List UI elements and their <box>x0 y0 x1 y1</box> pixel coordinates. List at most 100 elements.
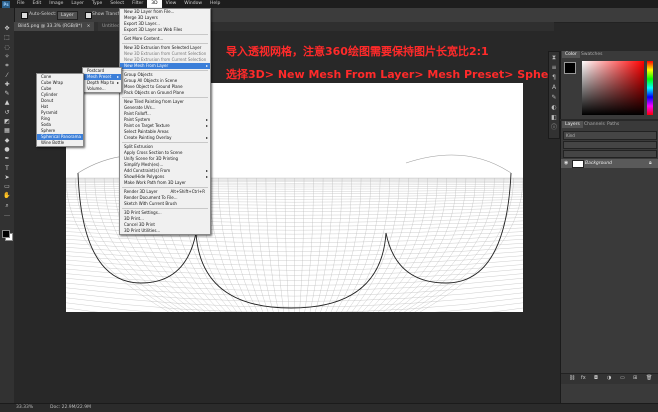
adjustment-layer-icon[interactable]: ◑ <box>607 375 611 381</box>
menu-3d-item-get-more-content[interactable]: Get More Content... <box>120 36 210 42</box>
menu-separator <box>122 187 208 188</box>
menu-item-label: Cylinder <box>41 92 58 97</box>
layers-footer: ⛓ fx ◘ ◑ ▭ ⊞ 🗑︎ <box>561 373 658 384</box>
menu-item-filter[interactable]: Filter <box>128 0 147 8</box>
color-panel: Color Swatches <box>560 51 658 119</box>
grid-line-vertical <box>237 178 263 312</box>
folder-icon[interactable]: ▭ <box>620 375 625 381</box>
auto-select-checkbox[interactable] <box>21 12 28 19</box>
tab-layers[interactable]: Layers <box>562 121 583 128</box>
lasso-tool-icon[interactable]: ◌ <box>2 43 12 52</box>
grid-line-vertical <box>341 178 380 312</box>
document-size: Doc: 22.9M/22.9M <box>50 405 91 410</box>
foreground-color-swatch[interactable] <box>564 62 576 74</box>
history-brush-icon[interactable]: ↺ <box>2 108 12 117</box>
menu-item-3d[interactable]: 3D <box>147 0 161 8</box>
menu-item-file[interactable]: File <box>13 0 29 8</box>
eye-visibility-icon[interactable]: ◉ <box>564 160 568 166</box>
mask-icon[interactable]: ◘ <box>594 375 598 381</box>
menu-item-label: Merge 3D Layers <box>124 15 158 20</box>
shape-tool-icon[interactable]: ▭ <box>2 182 12 191</box>
hand-tool-icon[interactable]: ✋ <box>2 191 12 200</box>
trash-icon[interactable]: 🗑︎ <box>646 375 652 381</box>
menu-item-window[interactable]: Window <box>180 0 206 8</box>
mesh-preset-item-wine-bottle[interactable]: Wine Bottle <box>37 140 83 146</box>
styles-icon[interactable]: ◧ <box>550 114 558 122</box>
zoom-level[interactable]: 33.33% <box>16 405 33 410</box>
tab-swatches[interactable]: Swatches <box>578 51 606 58</box>
dodge-tool-icon[interactable]: ● <box>2 145 12 154</box>
menu-item-label: Cube Wrap <box>41 80 63 85</box>
zoom-tool-icon[interactable]: ⌕ <box>2 201 12 210</box>
menu-item-select[interactable]: Select <box>106 0 128 8</box>
auto-select-dropdown[interactable]: Layer <box>57 11 78 20</box>
eyedropper-icon[interactable]: ⁄ <box>2 71 12 80</box>
menu-3d-item-export-3d-layer-as-web-files[interactable]: Export 3D Layer as Web Files <box>120 27 210 33</box>
foreground-swatch[interactable] <box>2 230 10 238</box>
menu-item-label: Export 3D Layer as Web Files <box>124 27 182 32</box>
eraser-icon[interactable]: ◩ <box>2 117 12 126</box>
hue-slider[interactable] <box>647 61 653 115</box>
menu-item-edit[interactable]: Edit <box>29 0 46 8</box>
menu-item-type[interactable]: Type <box>88 0 106 8</box>
menu-3d-item-make-work-path-from-3d-layer[interactable]: Make Work Path from 3D Layer <box>120 180 210 186</box>
menu-3d-item-3d-print-utilities[interactable]: 3D Print Utilities... <box>120 228 210 234</box>
properties-icon[interactable]: ≡ <box>550 64 558 72</box>
menu-3d-item-new-mesh-from-layer[interactable]: New Mesh From Layer▸ <box>120 63 210 69</box>
color-field[interactable] <box>582 61 644 115</box>
adjustments-icon[interactable]: ◐ <box>550 104 558 112</box>
quick-select-icon[interactable]: ✧ <box>2 52 12 61</box>
type-tool-icon[interactable]: T <box>2 164 12 173</box>
layer-row-background[interactable]: ◉ Background 🔒︎ <box>561 159 658 168</box>
tab-label: Bild5.png @ 33.3% (RGB/8*) <box>18 24 82 29</box>
tab-document-active[interactable]: Bild5.png @ 33.3% (RGB/8*) × <box>14 22 94 31</box>
healing-brush-icon[interactable]: ✚ <box>2 80 12 89</box>
character-icon[interactable]: A <box>550 84 558 92</box>
grid-line-vertical <box>315 178 332 312</box>
menu-item-label: Ring <box>41 116 50 121</box>
submenu-arrow-icon: ▸ <box>206 135 208 141</box>
menu-3d-item-sketch-with-current-brush[interactable]: Sketch With Current Brush <box>120 201 210 207</box>
close-icon[interactable]: × <box>87 24 91 29</box>
menu-item-image[interactable]: Image <box>45 0 67 8</box>
move-tool-icon[interactable]: ✥ <box>2 24 12 33</box>
marquee-tool-icon[interactable]: ⬚ <box>2 33 12 42</box>
history-icon[interactable]: ⧗ <box>550 54 558 62</box>
grid-line-vertical <box>420 178 523 312</box>
link-layers-icon[interactable]: ⛓ <box>569 375 575 381</box>
path-select-icon[interactable]: ➤ <box>2 173 12 182</box>
menu-3d-item-create-painting-overlay[interactable]: Create Painting Overlay▸ <box>120 135 210 141</box>
layer-filter-bar[interactable]: Kind <box>563 131 657 140</box>
tools-panel: ✥⬚◌✧⌗⁄✚✎▲↺◩▦◆●✒T➤▭✋⌕… <box>0 8 15 403</box>
blur-tool-icon[interactable]: ◆ <box>2 136 12 145</box>
info-icon[interactable]: ⓘ <box>550 124 558 132</box>
fx-icon[interactable]: fx <box>581 375 586 381</box>
menu-3d-item-pack-objects-on-ground-plane[interactable]: Pack Objects on Ground Plane <box>120 90 210 96</box>
new-layer-icon[interactable]: ⊞ <box>633 375 637 381</box>
menu-item-label: New 3D Extrusion from Selected Layer <box>124 45 201 50</box>
crop-tool-icon[interactable]: ⌗ <box>2 61 12 70</box>
menu-item-help[interactable]: Help <box>206 0 224 8</box>
clone-stamp-icon[interactable]: ▲ <box>2 98 12 107</box>
menu-item-label: New 3D Extrusion from Current Selection <box>124 51 206 56</box>
grid-line-vertical <box>276 178 284 312</box>
new-mesh-item-volume[interactable]: Volume... <box>83 86 121 92</box>
lock-bar[interactable] <box>563 150 657 158</box>
options-bar: ✥ Auto-Select: Layer Show Transfo <box>0 8 658 23</box>
blend-mode-bar[interactable] <box>563 141 657 149</box>
tab-paths[interactable]: Paths <box>604 121 622 128</box>
paragraph-icon[interactable]: ¶ <box>550 74 558 82</box>
brush-preset-icon[interactable]: ✎ <box>550 94 558 102</box>
gradient-icon[interactable]: ▦ <box>2 126 12 135</box>
pen-tool-icon[interactable]: ✒ <box>2 154 12 163</box>
menu-item-layer[interactable]: Layer <box>67 0 88 8</box>
show-transform-checkbox[interactable] <box>85 12 92 19</box>
more-tools-icon[interactable]: … <box>2 210 12 219</box>
grid-line-vertical <box>285 178 289 312</box>
brush-tool-icon[interactable]: ✎ <box>2 89 12 98</box>
menu-item-view[interactable]: View <box>162 0 181 8</box>
menu-item-label: 3D Print Utilities... <box>124 228 160 233</box>
menu-item-label: Soda <box>41 122 51 127</box>
menu-item-label: Add Constraint(s) From <box>124 168 170 173</box>
menu-item-label: Apply Cross Section to Scene <box>124 150 182 155</box>
